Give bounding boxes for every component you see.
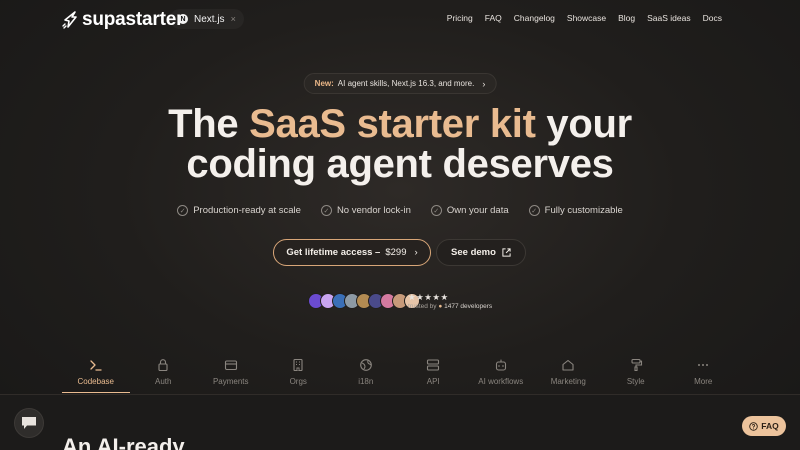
nav-link-showcase[interactable]: Showcase — [567, 13, 606, 23]
nav-link-pricing[interactable]: Pricing — [447, 13, 473, 23]
announcement-pill[interactable]: New: AI agent skills, Next.js 16.3, and … — [303, 73, 497, 94]
nav-link-saas-ideas[interactable]: SaaS ideas — [647, 13, 690, 23]
hero-line1-pre: The — [168, 102, 250, 146]
feature-label: Production-ready at scale — [193, 205, 301, 216]
tab-label: More — [694, 377, 713, 386]
more-dots-icon — [698, 364, 709, 366]
tabs-divider — [0, 394, 800, 395]
rocket-icon — [62, 11, 77, 29]
tab-more[interactable]: More — [670, 358, 738, 393]
chevron-right-icon: › — [414, 247, 418, 258]
framework-selector[interactable]: N Next.js × — [170, 9, 244, 29]
developer-count: 1477 developers — [444, 303, 493, 310]
section-title: An AI-ready — [62, 434, 185, 450]
rating-stars: ★★★★★ — [408, 292, 449, 302]
faq-button-label: FAQ — [761, 421, 779, 431]
tab-ai-workflows[interactable]: AI workflows — [467, 358, 535, 393]
feature-label: No vendor lock-in — [336, 205, 411, 216]
feature-item: ✓ No vendor lock-in — [320, 205, 411, 216]
nextjs-icon: N — [178, 14, 188, 24]
lock-icon — [158, 359, 168, 372]
feature-label: Own your data — [446, 205, 509, 216]
tab-marketing[interactable]: Marketing — [535, 358, 603, 393]
tab-label: API — [426, 377, 440, 386]
terminal-icon — [90, 360, 102, 371]
chevron-right-icon: › — [482, 78, 486, 89]
hero-line1-post: your — [535, 102, 632, 146]
tab-label: Payments — [212, 377, 249, 386]
brand-name: supastarter — [82, 9, 184, 30]
announcement-tag: New: — [314, 79, 334, 88]
external-link-icon — [502, 248, 511, 257]
tab-label: Orgs — [289, 377, 307, 386]
tab-payments[interactable]: Payments — [197, 358, 265, 393]
server-icon — [427, 359, 440, 371]
tab-label: i18n — [358, 377, 374, 386]
feature-item: ✓ Own your data — [430, 205, 509, 216]
building-icon — [293, 358, 303, 372]
cta-primary-label: Get lifetime access – — [286, 247, 381, 258]
wallet-icon — [224, 360, 237, 371]
check-circle-icon: ✓ — [430, 205, 442, 216]
get-lifetime-access-button[interactable]: Get lifetime access – $299 › — [273, 239, 431, 266]
main-nav: Pricing FAQ Changelog Showcase Blog SaaS… — [435, 13, 722, 23]
home-icon — [562, 359, 574, 371]
tab-label: Style — [626, 377, 645, 386]
status-dot-icon: ● — [438, 303, 443, 310]
tab-label: Codebase — [77, 377, 114, 386]
cta-primary-price: $299 — [385, 247, 407, 258]
nav-link-faq[interactable]: FAQ — [485, 13, 502, 23]
nav-link-blog[interactable]: Blog — [618, 13, 635, 23]
see-demo-button[interactable]: See demo — [436, 239, 526, 266]
trusted-by-text: trusted by ● 1477 developers — [408, 303, 492, 310]
faq-button[interactable]: FAQ — [742, 416, 786, 436]
tab-i18n[interactable]: i18n — [332, 358, 400, 393]
feature-list: ✓ Production-ready at scale ✓ No vendor lo… — [0, 205, 800, 216]
globe-icon — [359, 359, 372, 371]
developer-avatars — [308, 293, 420, 309]
tab-label: Auth — [155, 377, 172, 386]
brand-logo[interactable]: supastarter — [62, 9, 183, 31]
nav-link-changelog[interactable]: Changelog — [514, 13, 555, 23]
help-circle-icon — [749, 421, 758, 431]
feature-item: ✓ Fully customizable — [528, 205, 623, 216]
check-circle-icon: ✓ — [177, 205, 189, 216]
trusted-prefix: trusted by — [408, 303, 437, 310]
tab-style[interactable]: Style — [602, 358, 670, 393]
paint-roller-icon — [631, 358, 642, 372]
cta-secondary-label: See demo — [451, 247, 496, 258]
robot-icon — [495, 359, 506, 371]
check-circle-icon: ✓ — [320, 205, 332, 216]
tab-auth[interactable]: Auth — [130, 358, 198, 393]
framework-label: Next.js — [194, 13, 225, 25]
nav-link-docs[interactable]: Docs — [703, 13, 722, 23]
hero-headline: The SaaS starter kit your coding agent d… — [0, 104, 800, 184]
check-circle-icon: ✓ — [528, 205, 540, 216]
close-icon[interactable]: × — [231, 14, 236, 24]
feature-label: Fully customizable — [544, 205, 623, 216]
tab-api[interactable]: API — [400, 358, 468, 393]
announcement-text: AI agent skills, Next.js 16.3, and more. — [337, 79, 475, 88]
tab-label: AI workflows — [478, 377, 524, 386]
feature-item: ✓ Production-ready at scale — [177, 205, 301, 216]
chat-widget-button[interactable] — [14, 408, 44, 438]
tab-codebase[interactable]: Codebase — [62, 358, 130, 393]
tab-orgs[interactable]: Orgs — [265, 358, 333, 393]
chat-bubble-icon — [22, 417, 36, 429]
tab-label: Marketing — [550, 377, 586, 386]
hero-line2: coding agent deserves — [186, 142, 614, 186]
hero-line1-accent: SaaS starter kit — [249, 102, 536, 146]
feature-tabs: Codebase Auth Payments Orgs i18n API AI … — [62, 358, 737, 393]
